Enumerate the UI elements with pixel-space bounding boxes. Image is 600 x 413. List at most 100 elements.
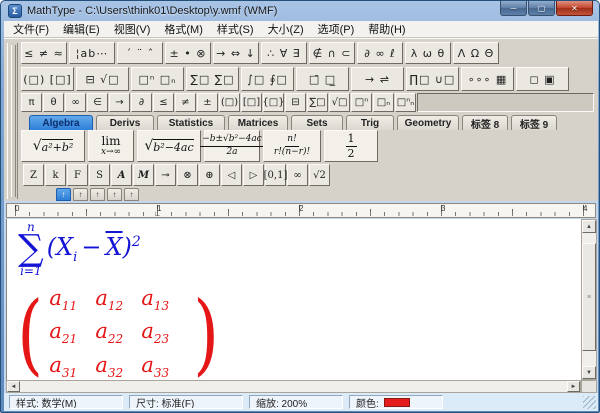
- palette-set-theory-symbols[interactable]: ∉ ∩ ⊂: [309, 42, 355, 64]
- tab-geometry[interactable]: Geometry: [397, 115, 459, 130]
- quick-brackets-template[interactable]: [□]: [241, 93, 262, 112]
- tab-derivs[interactable]: Derivs: [96, 115, 154, 130]
- palette-logic-symbols[interactable]: ∴ ∀ ∃: [261, 42, 307, 64]
- minimize-button[interactable]: ─: [500, 1, 527, 16]
- small-tab-1[interactable]: ↑: [56, 188, 71, 201]
- vertical-scroll-thumb[interactable]: ≡: [582, 243, 596, 351]
- title-bar[interactable]: Σ MathType - C:\Users\think01\Desktop\y.…: [1, 1, 600, 21]
- palette-greek-lowercase[interactable]: λ ω θ: [405, 42, 451, 64]
- template-summations[interactable]: ∑□ ∑□: [186, 67, 239, 91]
- template-products-set-theory[interactable]: ∏□ ∪□: [406, 67, 459, 91]
- matrix-expression[interactable]: ( a11 a12 a13 a21 a22 a23 a31 a32 a33 ): [13, 287, 224, 380]
- tab-label-9[interactable]: 标签 9: [511, 115, 557, 130]
- style-letter-S[interactable]: S: [89, 164, 110, 186]
- scroll-down-arrow-icon[interactable]: ▼: [582, 366, 596, 379]
- palette-arrow-symbols[interactable]: → ⇔ ↓: [213, 42, 259, 64]
- quick-less-equal[interactable]: ≤: [153, 93, 174, 112]
- quick-sqrt-template[interactable]: √□: [329, 93, 350, 112]
- close-button[interactable]: ✕: [556, 1, 593, 16]
- quick-subsuperscript-template[interactable]: □ⁿₙ: [395, 93, 416, 112]
- tab-sets[interactable]: Sets: [291, 115, 343, 130]
- style-circled-plus[interactable]: ⊕: [199, 164, 220, 186]
- quick-subscript-template[interactable]: □ₙ: [373, 93, 394, 112]
- small-tab-4[interactable]: ↑: [107, 188, 122, 201]
- menu-item-size[interactable]: 大小(Z): [261, 21, 311, 37]
- tab-stop-marker[interactable]: ∟: [154, 211, 161, 218]
- scroll-left-arrow-icon[interactable]: ◄: [7, 381, 20, 392]
- style-circled-times[interactable]: ⊗: [177, 164, 198, 186]
- quick-element-of[interactable]: ∈: [87, 93, 108, 112]
- menu-item-style[interactable]: 样式(S): [210, 21, 261, 37]
- status-color[interactable]: 颜色:: [349, 395, 443, 409]
- template-integrals[interactable]: ∫□ ∮□: [241, 67, 294, 91]
- tab-trig[interactable]: Trig: [346, 115, 394, 130]
- quick-partial[interactable]: ∂: [131, 93, 152, 112]
- quick-right-arrow[interactable]: →: [109, 93, 130, 112]
- style-multimap[interactable]: ⊸: [155, 164, 176, 186]
- ruler[interactable]: 0 1 2 3 4 ∟: [6, 203, 596, 218]
- menu-item-help[interactable]: 帮助(H): [361, 21, 412, 37]
- quick-parentheses-template[interactable]: (□): [219, 93, 240, 112]
- palette-operator-symbols[interactable]: ± • ⊗: [165, 42, 211, 64]
- tab-matrices[interactable]: Matrices: [228, 115, 288, 130]
- horizontal-scroll-track[interactable]: [20, 381, 567, 392]
- expr-quadratic-formula[interactable]: −b±√b²−4ac 2a: [204, 130, 260, 162]
- status-zoom[interactable]: 缩放: 200%: [249, 395, 343, 409]
- quick-fraction-template[interactable]: ⊟: [285, 93, 306, 112]
- style-triangle-left[interactable]: ◁: [221, 164, 242, 186]
- quick-pi[interactable]: π: [21, 93, 42, 112]
- small-tab-2[interactable]: ↑: [73, 188, 88, 201]
- quick-plus-minus[interactable]: ±: [197, 93, 218, 112]
- palette-embellishments[interactable]: ´ ¨ ˆ: [117, 42, 163, 64]
- template-fractions-radicals[interactable]: ⊟ √□: [76, 67, 129, 91]
- style-fraktur-A[interactable]: A: [111, 164, 132, 186]
- quick-sum-template[interactable]: ∑□: [307, 93, 328, 112]
- toolbar-gripper[interactable]: [7, 43, 18, 199]
- menu-item-format[interactable]: 格式(M): [157, 21, 210, 37]
- style-triangle-right[interactable]: ▷: [243, 164, 264, 186]
- quick-superscript-template[interactable]: □ⁿ: [351, 93, 372, 112]
- style-letter-F[interactable]: F: [67, 164, 88, 186]
- template-labeled-arrows[interactable]: → ⇌: [351, 67, 404, 91]
- expr-limit[interactable]: lim x→∞: [88, 130, 134, 162]
- horizontal-scrollbar[interactable]: ◄ ►: [6, 380, 581, 393]
- status-style[interactable]: 样式: 数学(M): [9, 395, 123, 409]
- template-subscripts-superscripts[interactable]: □ⁿ □ₙ: [131, 67, 184, 91]
- quick-not-equal[interactable]: ≠: [175, 93, 196, 112]
- style-letter-k[interactable]: k: [45, 164, 66, 186]
- menu-item-view[interactable]: 视图(V): [107, 21, 158, 37]
- palette-misc-symbols[interactable]: ∂ ∞ ℓ: [357, 42, 403, 64]
- menu-item-file[interactable]: 文件(F): [6, 21, 56, 37]
- menu-item-edit[interactable]: 编辑(E): [56, 21, 107, 37]
- tab-label-8[interactable]: 标签 8: [462, 115, 508, 130]
- tab-algebra[interactable]: Algebra: [29, 115, 93, 130]
- scroll-up-arrow-icon[interactable]: ▲: [582, 220, 596, 233]
- palette-relational-symbols[interactable]: ≤ ≠ ≈: [21, 42, 67, 64]
- expr-one-half[interactable]: 1 2: [324, 130, 378, 162]
- small-tab-5[interactable]: ↑: [124, 188, 139, 201]
- palette-greek-uppercase[interactable]: Λ Ω Θ: [453, 42, 499, 64]
- tab-statistics[interactable]: Statistics: [157, 115, 225, 130]
- quick-braces-template[interactable]: {□}: [263, 93, 284, 112]
- palette-spaces-ellipses[interactable]: ¦ab⋯: [69, 42, 115, 64]
- template-boxes[interactable]: ◻ ▣: [516, 67, 569, 91]
- template-underbars-overbars[interactable]: □̄ □̲: [296, 67, 349, 91]
- maximize-button[interactable]: ▢: [528, 1, 555, 16]
- style-interval-01[interactable]: [0,1]: [265, 164, 286, 186]
- resize-grip[interactable]: [583, 396, 596, 409]
- style-sqrt-2[interactable]: √2: [309, 164, 330, 186]
- style-fraktur-M[interactable]: M: [133, 164, 154, 186]
- style-infinity[interactable]: ∞: [287, 164, 308, 186]
- style-letter-Z[interactable]: Z: [23, 164, 44, 186]
- summation-expression[interactable]: n ∑ i=1 (Xi−X)2: [18, 221, 141, 277]
- menu-item-options[interactable]: 选项(P): [311, 21, 362, 37]
- template-matrices[interactable]: ∘∘∘ ▦: [461, 67, 514, 91]
- small-tab-3[interactable]: ↑: [90, 188, 105, 201]
- expr-sqrt-discriminant[interactable]: √b²−4ac: [137, 130, 201, 162]
- expr-sqrt-a2-plus-b2[interactable]: √a²+b²: [21, 130, 85, 162]
- quick-theta[interactable]: θ: [43, 93, 64, 112]
- quick-infinity[interactable]: ∞: [65, 93, 86, 112]
- status-size[interactable]: 尺寸: 标准(F): [129, 395, 243, 409]
- vertical-scrollbar[interactable]: ▲ ≡ ▼: [581, 219, 597, 380]
- scroll-right-arrow-icon[interactable]: ►: [567, 381, 580, 392]
